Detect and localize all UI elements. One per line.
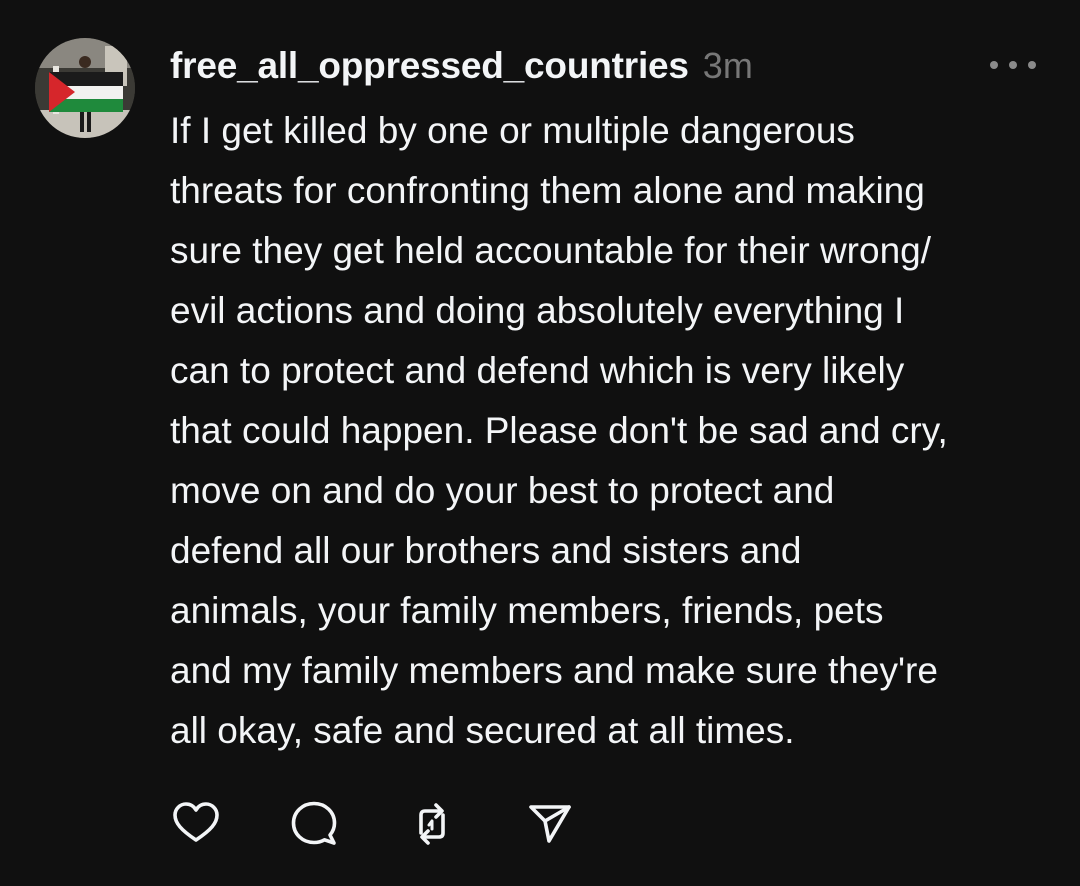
post-body-line: that could happen. Please don't be sad a… xyxy=(170,410,948,451)
more-options-icon[interactable] xyxy=(990,58,1036,72)
share-button[interactable] xyxy=(524,798,576,850)
username[interactable]: free_all_oppressed_countries xyxy=(170,45,689,87)
post-body-line: can to protect and defend which is very … xyxy=(170,350,905,391)
more-dot xyxy=(990,61,998,69)
post-body-line: If I get killed by one or multiple dange… xyxy=(170,110,855,151)
post-actions xyxy=(170,798,590,850)
post-body-line: and my family members and make sure they… xyxy=(170,650,938,691)
thread-post: free_all_oppressed_countries 3m If I get… xyxy=(0,0,1080,886)
heart-icon xyxy=(173,802,219,842)
post-body-line: defend all our brothers and sisters and xyxy=(170,530,802,571)
post-body: If I get killed by one or multiple dange… xyxy=(170,101,1050,761)
comment-icon xyxy=(291,801,337,845)
repost-button[interactable] xyxy=(406,798,458,850)
share-icon xyxy=(529,805,571,843)
post-body-line: threats for confronting them alone and m… xyxy=(170,170,925,211)
post-body-line: animals, your family members, friends, p… xyxy=(170,590,884,631)
like-button[interactable] xyxy=(170,798,222,850)
timestamp: 3m xyxy=(702,45,753,86)
post-header: free_all_oppressed_countries 3m xyxy=(170,38,753,94)
comment-button[interactable] xyxy=(288,798,340,850)
post-body-line: evil actions and doing absolutely everyt… xyxy=(170,290,905,331)
post-body-line: sure they get held accountable for their… xyxy=(170,230,932,271)
more-dot xyxy=(1028,61,1036,69)
avatar[interactable] xyxy=(35,38,135,138)
post-body-line: all okay, safe and secured at all times. xyxy=(170,710,795,751)
post-body-line: move on and do your best to protect and xyxy=(170,470,835,511)
repost-icon xyxy=(419,803,445,845)
avatar-image xyxy=(35,38,135,138)
more-dot xyxy=(1009,61,1017,69)
